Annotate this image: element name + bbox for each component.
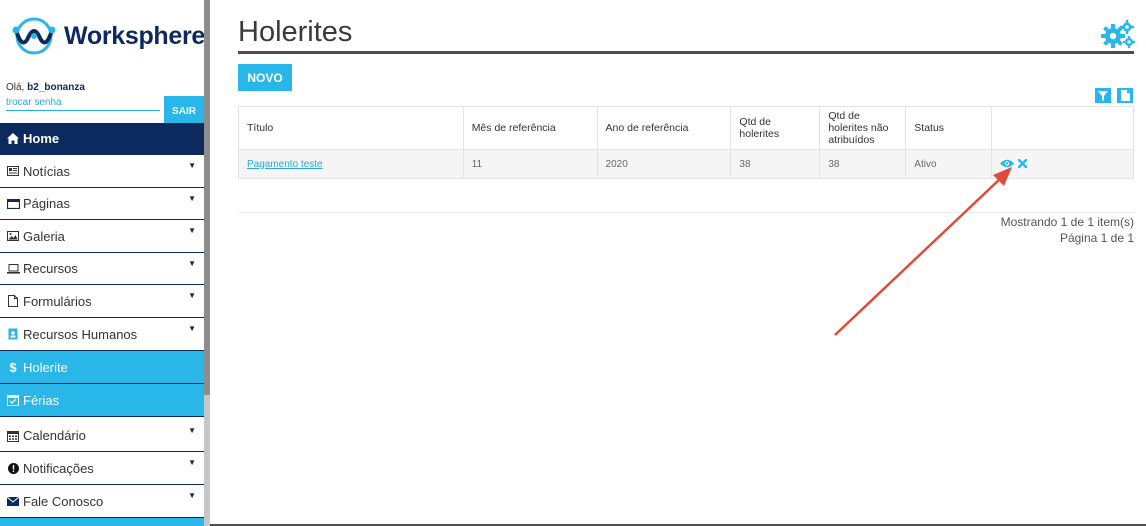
annotation-arrow — [834, 167, 1012, 336]
